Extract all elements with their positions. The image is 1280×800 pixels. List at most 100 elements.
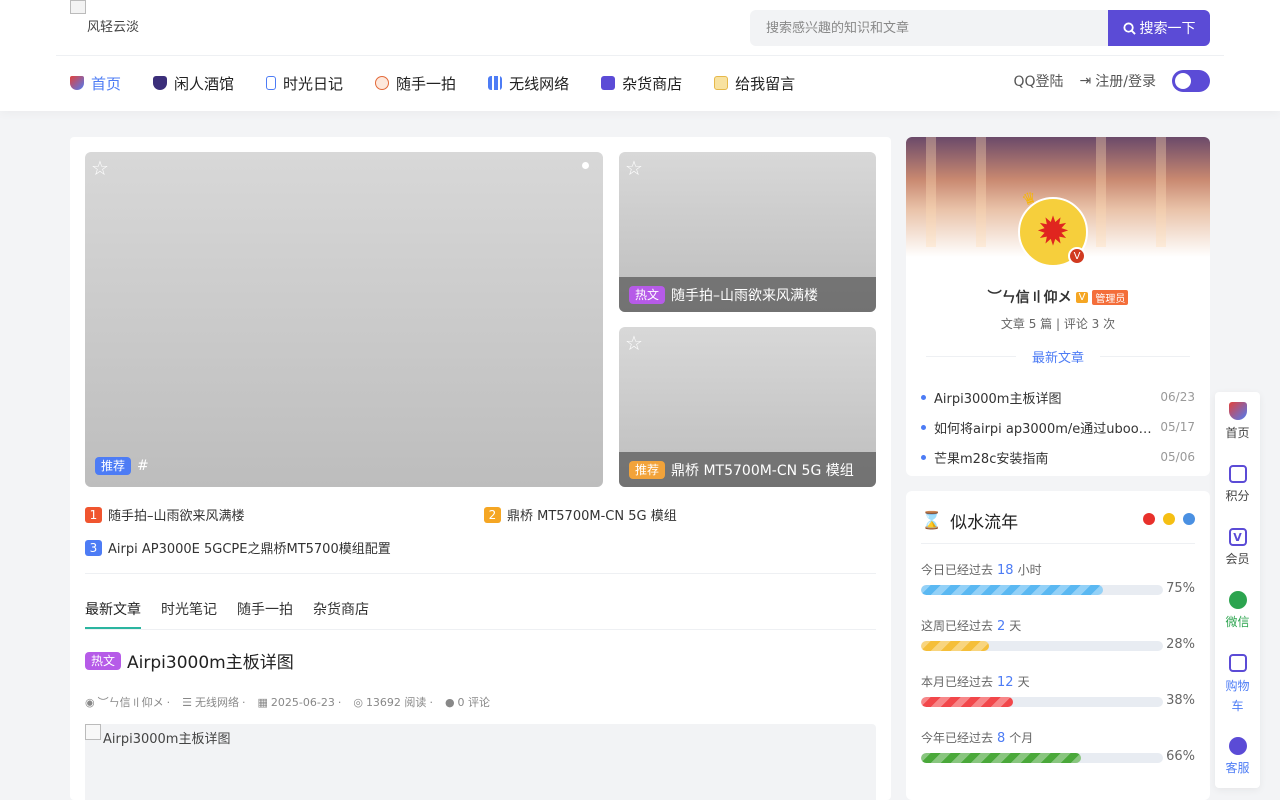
rank-item[interactable]: 1 随手拍–山雨欲来风满楼 (85, 505, 245, 524)
cart-icon (1228, 654, 1247, 672)
float-label: 微信 (1225, 615, 1250, 629)
tab-shop[interactable]: 杂货商店 (313, 599, 369, 629)
float-points-button[interactable]: 积分 (1215, 465, 1260, 504)
post-author[interactable]: ◉ ︶ㄣ信〢仰メ · (85, 694, 170, 710)
post-thumbnail[interactable]: Airpi3000m主板详图 (85, 724, 876, 800)
progress-track (921, 641, 1163, 651)
time-row-month: 本月已经过去 12 天 38% (921, 673, 1195, 708)
wechat-icon (1228, 591, 1247, 609)
post-views-text: 13692 阅读 (365, 696, 427, 709)
section-divider (85, 573, 876, 574)
tab-notes[interactable]: 时光笔记 (161, 599, 217, 629)
post-category-text: 无线网络 (194, 696, 239, 709)
star-icon[interactable]: ☆ (625, 156, 643, 180)
nav-item-guestbook[interactable]: 给我留言 (714, 72, 795, 94)
dark-mode-toggle[interactable] (1172, 70, 1210, 92)
tab-latest[interactable]: 最新文章 (85, 599, 141, 629)
star-icon[interactable]: ☆ (91, 156, 109, 180)
post-comments[interactable]: ● 0 评论 (445, 694, 490, 710)
dot-yellow-icon (1163, 513, 1175, 525)
rank-item[interactable]: 3 Airpi AP3000E 5GCPE之鼎桥MT5700模组配置 (85, 538, 391, 557)
star-icon[interactable]: ☆ (625, 331, 643, 355)
maple-leaf-icon: ✹ (1036, 209, 1070, 255)
latest-title: Airpi3000m主板详图 (921, 388, 1154, 407)
author-name[interactable]: ︶ㄣ信〢仰メ V 管理员 (906, 287, 1210, 307)
time-value: 12 (997, 675, 1014, 690)
progress-fill (921, 585, 1103, 595)
nav-item-photos[interactable]: 随手一拍 (375, 72, 456, 94)
nav-item-tavern[interactable]: 闲人酒馆 (153, 72, 234, 94)
search-button[interactable]: 搜索一下 (1108, 10, 1210, 46)
progress-track (921, 585, 1163, 595)
carousel-dot[interactable] (582, 162, 589, 169)
nav-item-label: 给我留言 (735, 74, 796, 93)
float-label: 会员 (1225, 552, 1250, 566)
post-author-text: ︶ㄣ信〢仰メ (97, 696, 164, 709)
header-divider (56, 55, 1224, 56)
tabs-underline (85, 629, 876, 630)
progress-track (921, 697, 1163, 707)
float-wechat-button[interactable]: 微信 (1215, 591, 1260, 630)
service-icon (1228, 737, 1247, 755)
float-home-button[interactable]: 首页 (1215, 402, 1260, 441)
site-header: 风轻云淡 搜索一下 首页 闲人酒馆 时光日记 随手一拍 无线网络 (0, 0, 1280, 111)
latest-articles-list: Airpi3000m主板详图 06/23 如何将airpi ap3000m/e通… (921, 382, 1195, 472)
float-cart-button[interactable]: 购物车 (1215, 654, 1260, 716)
author-stats: 文章 5 篇 | 评论 3 次 (1000, 317, 1116, 331)
float-label: 积分 (1225, 489, 1250, 503)
admin-badge: 管理员 (1092, 289, 1129, 305)
cover-light-streak (1156, 137, 1166, 247)
nav-item-label: 无线网络 (509, 74, 570, 93)
hot-tag: 热文 (629, 285, 666, 304)
comment-icon: ● (444, 695, 455, 709)
rank-number: 2 (484, 506, 501, 523)
notebook-icon (266, 76, 277, 90)
nav-item-home[interactable]: 首页 (70, 72, 121, 94)
rank-item[interactable]: 2 鼎桥 MT5700M-CN 5G 模组 (484, 505, 677, 524)
cover-light-streak (1096, 137, 1106, 247)
search-input[interactable] (750, 10, 1108, 46)
post-category[interactable]: ☰ 无线网络 · (182, 694, 245, 710)
login-icon: ⇥ (1079, 73, 1092, 89)
post-date-text: 2025-06-23 (270, 695, 335, 709)
register-login-label: 注册/登录 (1095, 74, 1156, 90)
author-profile-card: ✹ V ♛ ︶ㄣ信〢仰メ V 管理员 文章 5 篇 | 评论 3 次 最新文章 … (906, 137, 1210, 476)
hourglass-icon: ⌛ (921, 510, 943, 531)
latest-articles-heading: 最新文章 (906, 347, 1210, 366)
register-login-link[interactable]: ⇥ 注册/登录 (1080, 71, 1156, 91)
list-item[interactable]: Airpi3000m主板详图 06/23 (921, 382, 1195, 412)
post-title[interactable]: 热文 Airpi3000m主板详图 (85, 648, 294, 673)
toggle-knob (1175, 73, 1191, 89)
nav-item-diary[interactable]: 时光日记 (266, 72, 343, 94)
tab-photos[interactable]: 随手一拍 (237, 599, 293, 629)
progress-percent: 28% (1166, 637, 1195, 652)
list-item[interactable]: 如何将airpi ap3000m/e通过uboot刷机 05/17 (921, 412, 1195, 442)
nav-item-shop[interactable]: 杂货商店 (601, 72, 682, 94)
dot-blue-icon (1183, 513, 1195, 525)
float-vip-button[interactable]: V 会员 (1215, 528, 1260, 567)
user-actions: QQ登陆 ⇥ 注册/登录 (1014, 70, 1210, 92)
camera-icon (375, 76, 390, 90)
nav-item-network[interactable]: 无线网络 (488, 72, 569, 94)
time-card-divider (921, 543, 1195, 544)
author-name-text: ︶ㄣ信〢仰メ (987, 290, 1072, 306)
progress-percent: 38% (1166, 693, 1195, 708)
time-prefix: 本月已经过去 (921, 675, 994, 689)
progress-fill (921, 641, 989, 651)
broken-image-icon (85, 724, 101, 740)
featured-slide-top-right[interactable]: ☆ 热文 随手拍–山雨欲来风满楼 (619, 152, 876, 312)
shop-icon (601, 76, 616, 90)
progress-percent: 75% (1166, 581, 1195, 596)
list-item[interactable]: 芒果m28c安装指南 05/06 (921, 442, 1195, 472)
time-row-label: 今年已经过去 8 个月 (921, 729, 1195, 746)
recommend-tag: 推荐 (629, 460, 666, 479)
recommend-tag: 推荐 (95, 457, 132, 475)
qq-login-link[interactable]: QQ登陆 (1014, 71, 1064, 91)
featured-slide-main[interactable]: ☆ 推荐 # (85, 152, 603, 487)
post-views: ◎ 13692 阅读 · (353, 695, 433, 710)
broken-image-icon (70, 0, 86, 14)
float-service-button[interactable]: 客服 (1215, 737, 1260, 776)
list-icon: ☰ (182, 695, 192, 709)
featured-slide-bottom-right[interactable]: ☆ 推荐 鼎桥 MT5700M-CN 5G 模组 (619, 327, 876, 487)
float-label: 客服 (1225, 761, 1250, 775)
